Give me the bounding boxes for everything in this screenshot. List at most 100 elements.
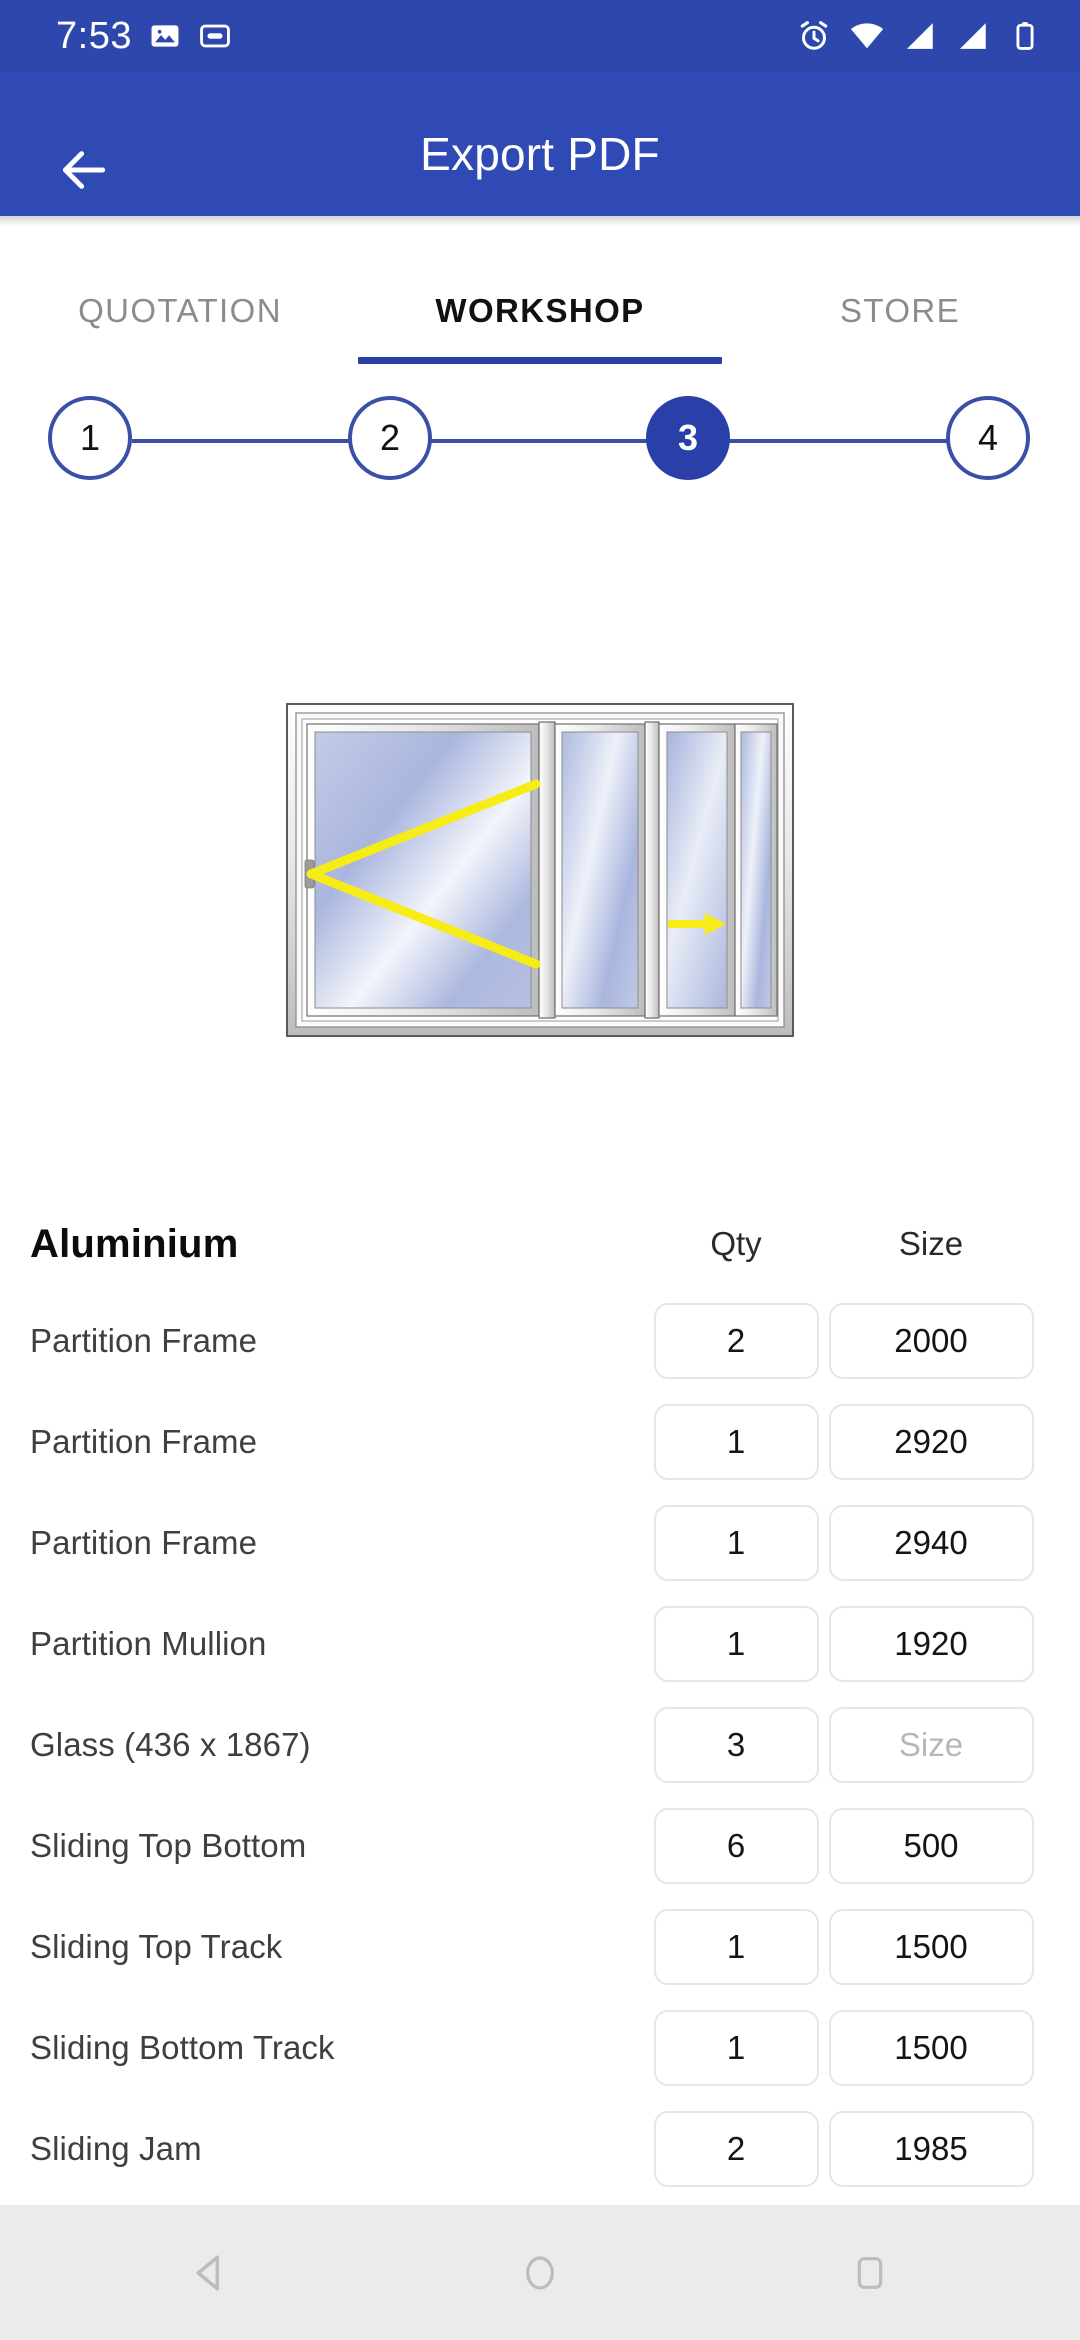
row-material-label: Partition Mullion — [30, 1624, 267, 1662]
size-input[interactable]: 1920 — [828, 1605, 1034, 1682]
tab-store-label: STORE — [839, 292, 961, 329]
status-time: 7:53 — [56, 15, 132, 57]
window-panel-2 — [554, 723, 646, 1017]
size-input[interactable]: 1500 — [828, 2009, 1034, 2086]
signal-icon — [906, 23, 933, 49]
table-row: Sliding Bottom Track 1 1500 — [0, 1997, 1080, 2098]
table-header-size: Size — [898, 1225, 964, 1262]
step-4[interactable]: 4 — [946, 396, 1030, 480]
row-qty-cell: 1 — [648, 1504, 824, 1581]
row-size-cell: 1985 — [824, 2110, 1038, 2187]
size-input[interactable]: 2920 — [828, 1403, 1034, 1480]
qty-input[interactable]: 3 — [653, 1706, 819, 1783]
tab-quotation[interactable]: QUOTATION — [0, 244, 360, 364]
home-circle-icon — [526, 2255, 554, 2290]
step-4-label: 4 — [977, 417, 999, 458]
qty-input[interactable]: 1 — [653, 1908, 819, 1985]
row-qty-cell: 6 — [648, 1807, 824, 1884]
signal-icon-2 — [959, 23, 986, 49]
nav-home-button[interactable] — [495, 2228, 585, 2318]
size-input[interactable]: 2000 — [828, 1302, 1034, 1379]
step-connector-1 — [132, 439, 332, 443]
appbar-shadow — [0, 216, 1080, 226]
recents-square-icon — [857, 2256, 883, 2289]
alarm-icon — [800, 21, 828, 50]
row-qty-cell: 1 — [648, 1908, 824, 1985]
row-material-label: Glass (436 x 1867) — [30, 1725, 311, 1763]
step-2-label: 2 — [379, 417, 401, 458]
tab-workshop-label: WORKSHOP — [435, 292, 645, 329]
row-size-cell: Size — [824, 1706, 1038, 1783]
window-panel-4 — [734, 723, 778, 1017]
table-body: Partition Frame 2 2000 Partition Frame 1 2920… — [0, 1290, 1080, 2199]
row-size-cell: 2000 — [824, 1302, 1038, 1379]
row-material-label: Partition Frame — [30, 1321, 258, 1359]
row-size-cell: 2920 — [824, 1403, 1038, 1480]
size-input[interactable]: 1500 — [828, 1908, 1034, 1985]
step-3-label: 3 — [677, 417, 699, 458]
row-qty-cell: 3 — [648, 1706, 824, 1783]
tab-store[interactable]: STORE — [720, 244, 1080, 364]
table-header-row: Aluminium Qty Size — [0, 1198, 1080, 1290]
qty-input[interactable]: 1 — [653, 1504, 819, 1581]
android-navigation-bar — [0, 2205, 1080, 2340]
window-diagram-container — [0, 700, 1080, 1040]
row-material-label: Sliding Top Track — [30, 1927, 283, 1965]
step-3[interactable]: 3 — [646, 396, 730, 480]
status-bar: 7:53 — [0, 0, 1080, 72]
row-size-cell: 1920 — [824, 1605, 1038, 1682]
qty-input[interactable]: 2 — [653, 1302, 819, 1379]
nav-recents-button[interactable] — [825, 2228, 915, 2318]
step-2[interactable]: 2 — [348, 396, 432, 480]
table-row: Sliding Top Track 1 1500 — [0, 1896, 1080, 1997]
table-row: Glass (436 x 1867) 3 Size — [0, 1694, 1080, 1795]
battery-icon — [1016, 22, 1034, 50]
row-size-cell: 1500 — [824, 2009, 1038, 2086]
nav-back-button[interactable] — [165, 2228, 255, 2318]
size-input[interactable]: Size — [828, 1706, 1034, 1783]
table-row: Partition Mullion 1 1920 — [0, 1593, 1080, 1694]
wifi-icon — [850, 23, 884, 49]
tab-active-indicator — [358, 357, 722, 364]
tab-quotation-label: QUOTATION — [78, 292, 282, 329]
table-row: Sliding Jam 2 1985 — [0, 2098, 1080, 2199]
qty-input[interactable]: 6 — [653, 1807, 819, 1884]
page-title: Export PDF — [420, 128, 660, 180]
row-material-label: Sliding Jam — [30, 2129, 202, 2167]
step-1[interactable]: 1 — [48, 396, 132, 480]
row-qty-cell: 1 — [648, 1605, 824, 1682]
window-panel-1 — [306, 723, 540, 1017]
row-material-label: Sliding Top Bottom — [30, 1826, 307, 1864]
app-screen: Export PDF 7:53 QUOTATION WORKSHOP STORE… — [0, 0, 1080, 2340]
caption-icon — [200, 24, 230, 48]
table-row: Partition Frame 2 2000 — [0, 1290, 1080, 1391]
tab-workshop[interactable]: WORKSHOP — [358, 244, 722, 364]
table-row: Partition Frame 1 2920 — [0, 1391, 1080, 1492]
size-input[interactable]: 2940 — [828, 1504, 1034, 1581]
qty-input[interactable]: 2 — [653, 2110, 819, 2187]
row-material-label: Partition Frame — [30, 1523, 258, 1561]
table-row: Sliding Top Bottom 6 500 — [0, 1795, 1080, 1896]
status-bar-left: 7:53 — [0, 17, 232, 55]
table-header-material: Aluminium — [30, 1221, 239, 1266]
size-input[interactable]: 1985 — [828, 2110, 1034, 2187]
step-1-label: 1 — [79, 417, 101, 458]
row-size-cell: 500 — [824, 1807, 1038, 1884]
window-panel-3 — [658, 723, 736, 1017]
image-icon — [151, 25, 179, 47]
qty-input[interactable]: 1 — [653, 1403, 819, 1480]
size-input[interactable]: 500 — [828, 1807, 1034, 1884]
row-material-label: Sliding Bottom Track — [30, 2028, 335, 2066]
materials-table: Aluminium Qty Size Partition Frame 2 2000 P… — [0, 1198, 1080, 2205]
qty-input[interactable]: 1 — [653, 1605, 819, 1682]
row-size-cell: 2940 — [824, 1504, 1038, 1581]
qty-input[interactable]: 1 — [653, 2009, 819, 2086]
status-bar-right — [796, 18, 1080, 54]
row-qty-cell: 2 — [648, 2110, 824, 2187]
row-qty-cell: 2 — [648, 1302, 824, 1379]
back-triangle-icon — [196, 2254, 220, 2291]
table-header-qty: Qty — [710, 1225, 762, 1262]
row-size-cell: 1500 — [824, 1908, 1038, 1985]
row-material-label: Partition Frame — [30, 1422, 258, 1460]
tab-bar: QUOTATION WORKSHOP STORE — [0, 244, 1080, 364]
